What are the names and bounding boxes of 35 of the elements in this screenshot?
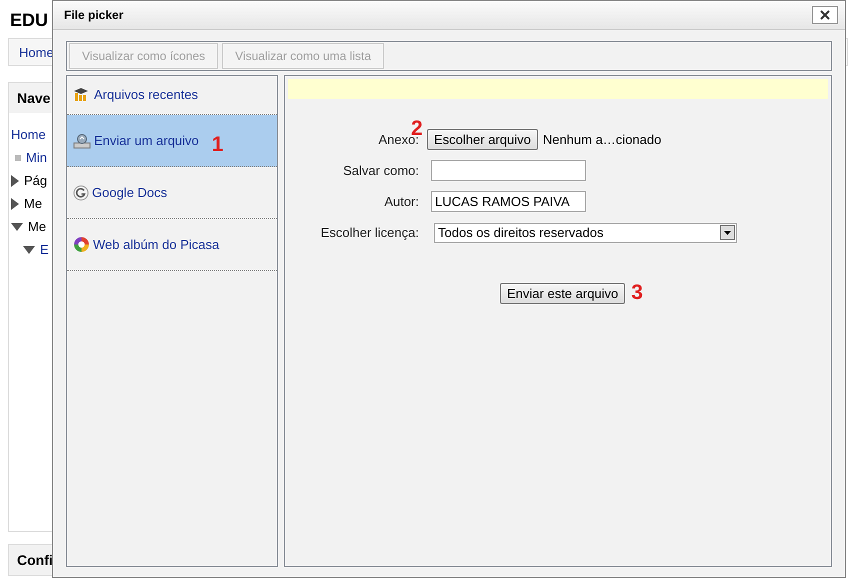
field-label: Escolher licença: bbox=[320, 225, 419, 240]
input-field[interactable]: LUCAS RAMOS PAIVA bbox=[431, 191, 586, 212]
field-label: Salvar como: bbox=[342, 163, 419, 178]
letter-g-icon bbox=[73, 184, 89, 200]
breadcrumb-link[interactable]: Home bbox=[19, 44, 54, 60]
nav-item[interactable]: Me bbox=[24, 196, 42, 211]
upload-button[interactable]: Enviar este arquivo bbox=[500, 282, 626, 304]
collapse-icon[interactable] bbox=[11, 222, 23, 230]
license-dropdown[interactable]: Todos os direitos reservados bbox=[434, 222, 737, 242]
nav-item[interactable]: Home bbox=[11, 127, 46, 142]
site-title: EDU bbox=[9, 9, 48, 32]
file-status: Nenhum a…cionado bbox=[542, 132, 662, 147]
nav-item[interactable]: Min bbox=[26, 150, 47, 165]
dialog-title: File picker bbox=[64, 8, 124, 22]
nav-item[interactable]: Pág bbox=[24, 173, 48, 188]
expand-icon[interactable] bbox=[11, 198, 19, 210]
block-title: Nave bbox=[17, 90, 50, 106]
close-button[interactable] bbox=[812, 6, 838, 24]
close-icon bbox=[820, 10, 830, 20]
bullet-icon bbox=[15, 154, 21, 160]
expand-icon[interactable] bbox=[11, 174, 19, 186]
collapse-icon[interactable] bbox=[23, 246, 35, 254]
nav-item[interactable]: E bbox=[40, 242, 49, 257]
annotation-number: 1 bbox=[212, 132, 224, 156]
nav-item[interactable]: Me bbox=[28, 219, 46, 234]
repository-item[interactable]: Enviar um arquivo 1 bbox=[67, 115, 277, 167]
choose-file-button[interactable]: Escolher arquivo bbox=[427, 129, 538, 150]
pinwheel-icon bbox=[73, 236, 90, 253]
input-field[interactable] bbox=[431, 160, 586, 181]
upload-tray-icon bbox=[73, 132, 91, 148]
repository-item[interactable]: Web albúm do Picasa bbox=[67, 219, 277, 271]
repository-item[interactable]: Google Docs bbox=[67, 167, 277, 219]
block-title: Confi bbox=[17, 552, 53, 568]
annotation-number: 3 bbox=[631, 281, 643, 305]
field-label: Autor: bbox=[383, 194, 419, 209]
